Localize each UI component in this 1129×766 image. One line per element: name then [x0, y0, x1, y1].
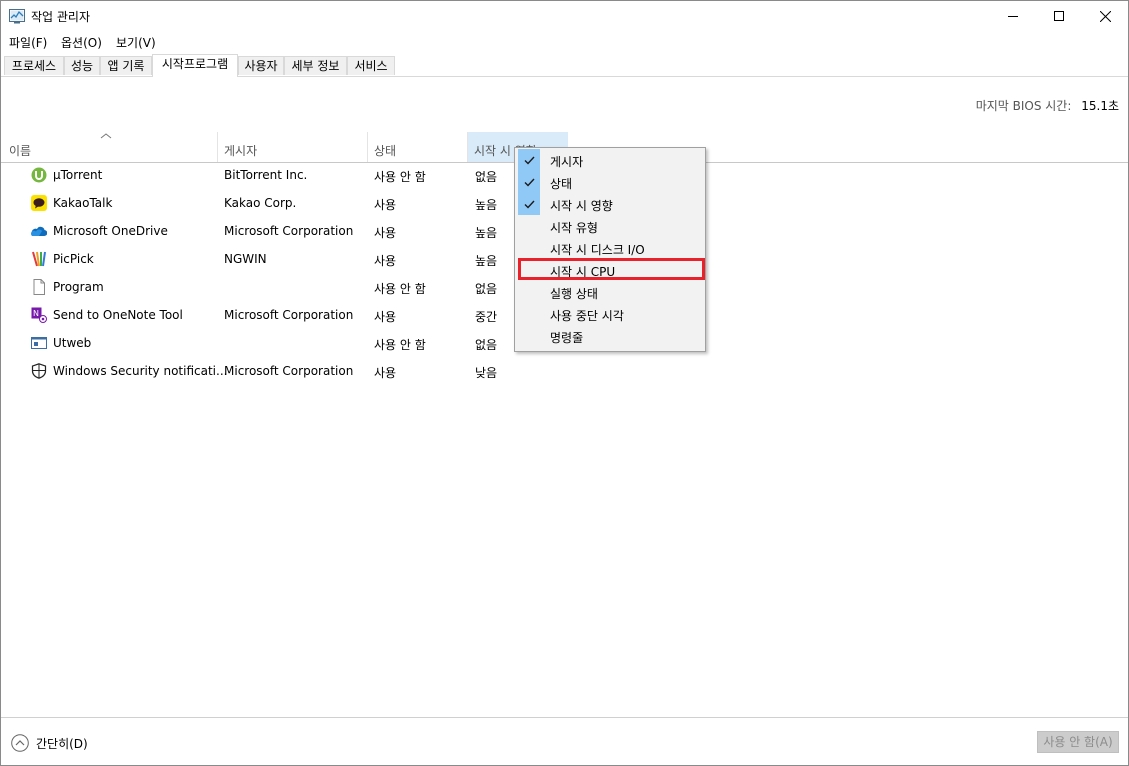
- task-manager-window: 작업 관리자 파일(F) 옵션(O) 보기(V) 프로세스 성능 앱 기록 시작…: [0, 0, 1129, 766]
- onedrive-icon: [31, 226, 47, 237]
- context-menu-item-startup-impact[interactable]: 시작 시 영향: [515, 193, 705, 215]
- tab-startup[interactable]: 시작프로그램: [152, 54, 238, 77]
- context-menu-label: 시작 유형: [550, 221, 598, 235]
- minimize-icon: [1008, 16, 1018, 17]
- row-name: KakaoTalk: [53, 196, 113, 210]
- checkmark-icon: [518, 193, 540, 215]
- column-context-menu: 게시자 상태 시작 시 영향 시작 유형 시작 시 디스크 I/O 시작 시 C…: [514, 147, 706, 352]
- context-menu-label: 사용 중단 시각: [550, 309, 624, 323]
- close-icon: [1099, 10, 1111, 22]
- tab-users[interactable]: 사용자: [238, 56, 284, 75]
- row-status: 사용: [374, 366, 397, 380]
- context-menu-label: 시작 시 영향: [550, 199, 613, 213]
- tab-services[interactable]: 서비스: [347, 56, 395, 75]
- row-name: PicPick: [53, 252, 94, 266]
- file-icon: [33, 279, 45, 295]
- tab-performance[interactable]: 성능: [64, 56, 100, 75]
- context-menu-label: 실행 상태: [550, 287, 598, 301]
- maximize-button[interactable]: [1036, 1, 1082, 31]
- close-button[interactable]: [1082, 1, 1128, 31]
- checkmark-icon: [518, 149, 540, 171]
- context-menu-label: 명령줄: [550, 331, 584, 345]
- tab-app-history[interactable]: 앱 기록: [100, 56, 152, 75]
- row-name: Send to OneNote Tool: [53, 308, 183, 322]
- kakaotalk-icon: [31, 195, 47, 211]
- row-publisher: Microsoft Corporation: [224, 224, 354, 238]
- row-publisher: Microsoft Corporation: [224, 308, 354, 322]
- row-status: 사용 안 함: [374, 338, 426, 352]
- footer-bar: 간단히(D) 사용 안 함(A): [1, 717, 1128, 765]
- tab-processes[interactable]: 프로세스: [4, 56, 64, 75]
- column-header-publisher[interactable]: 게시자: [218, 132, 368, 162]
- row-impact: 없음: [475, 282, 498, 296]
- context-menu-item-disabled-time[interactable]: 사용 중단 시각: [515, 303, 705, 325]
- row-status: 사용 안 함: [374, 282, 426, 296]
- highlight-box: [518, 258, 705, 280]
- row-status: 사용: [374, 310, 397, 324]
- row-name: Program: [53, 280, 104, 294]
- svg-text:N: N: [33, 309, 39, 318]
- menu-bar: 파일(F) 옵션(O) 보기(V): [1, 31, 1128, 51]
- tab-strip: 프로세스 성능 앱 기록 시작프로그램 사용자 세부 정보 서비스: [1, 54, 1128, 77]
- context-menu-item-command-line[interactable]: 명령줄: [515, 325, 705, 347]
- row-publisher: NGWIN: [224, 252, 267, 266]
- task-manager-app-icon: [9, 9, 25, 24]
- row-publisher: BitTorrent Inc.: [224, 168, 308, 182]
- row-name: Windows Security notificati...: [53, 364, 228, 378]
- row-publisher: Kakao Corp.: [224, 196, 297, 210]
- onenote-icon: N: [31, 307, 47, 323]
- context-menu-item-publisher[interactable]: 게시자: [515, 149, 705, 171]
- shield-icon: [31, 363, 47, 379]
- checkmark-icon: [518, 171, 540, 193]
- context-menu-label: 시작 시 디스크 I/O: [550, 243, 645, 257]
- disable-button[interactable]: 사용 안 함(A): [1037, 731, 1119, 753]
- menu-view[interactable]: 보기(V): [116, 34, 156, 51]
- tab-details[interactable]: 세부 정보: [284, 56, 347, 75]
- row-status: 사용: [374, 226, 397, 240]
- column-header-status[interactable]: 상태: [368, 132, 468, 162]
- title-bar[interactable]: 작업 관리자: [1, 1, 1128, 31]
- bios-time-label: 마지막 BIOS 시간:: [975, 99, 1072, 113]
- menu-file[interactable]: 파일(F): [9, 34, 47, 51]
- table-row[interactable]: Windows Security notificati... Microsoft…: [1, 358, 1128, 386]
- maximize-icon: [1054, 11, 1064, 21]
- context-menu-label: 상태: [550, 177, 573, 191]
- row-impact: 중간: [475, 310, 498, 324]
- row-impact: 낮음: [475, 366, 498, 380]
- chevron-up-circle-icon[interactable]: [11, 734, 29, 752]
- row-publisher: Microsoft Corporation: [224, 364, 354, 378]
- row-impact: 없음: [475, 170, 498, 184]
- utorrent-icon: [31, 167, 47, 183]
- row-impact: 높음: [475, 226, 498, 240]
- utweb-icon: [31, 337, 47, 349]
- menu-options[interactable]: 옵션(O): [61, 34, 102, 51]
- context-menu-item-startup-type[interactable]: 시작 유형: [515, 215, 705, 237]
- row-status: 사용 안 함: [374, 170, 426, 184]
- fewer-details-link[interactable]: 간단히(D): [36, 735, 88, 752]
- bios-time-value: 15.1초: [1081, 99, 1119, 113]
- context-menu-item-disk-io[interactable]: 시작 시 디스크 I/O: [515, 237, 705, 259]
- row-name: Utweb: [53, 336, 92, 350]
- minimize-button[interactable]: [990, 1, 1036, 31]
- bios-time: 마지막 BIOS 시간: 15.1초: [976, 97, 1119, 114]
- row-status: 사용: [374, 254, 397, 268]
- row-status: 사용: [374, 198, 397, 212]
- row-impact: 높음: [475, 254, 498, 268]
- picpick-icon: [32, 251, 46, 267]
- row-name: Microsoft OneDrive: [53, 224, 168, 238]
- row-name: µTorrent: [53, 168, 103, 182]
- column-header-name[interactable]: 이름: [3, 132, 218, 162]
- row-impact: 없음: [475, 338, 498, 352]
- row-impact: 높음: [475, 198, 498, 212]
- context-menu-item-status[interactable]: 상태: [515, 171, 705, 193]
- window-title: 작업 관리자: [31, 10, 91, 24]
- context-menu-label: 게시자: [550, 155, 584, 169]
- context-menu-item-running-now[interactable]: 실행 상태: [515, 281, 705, 303]
